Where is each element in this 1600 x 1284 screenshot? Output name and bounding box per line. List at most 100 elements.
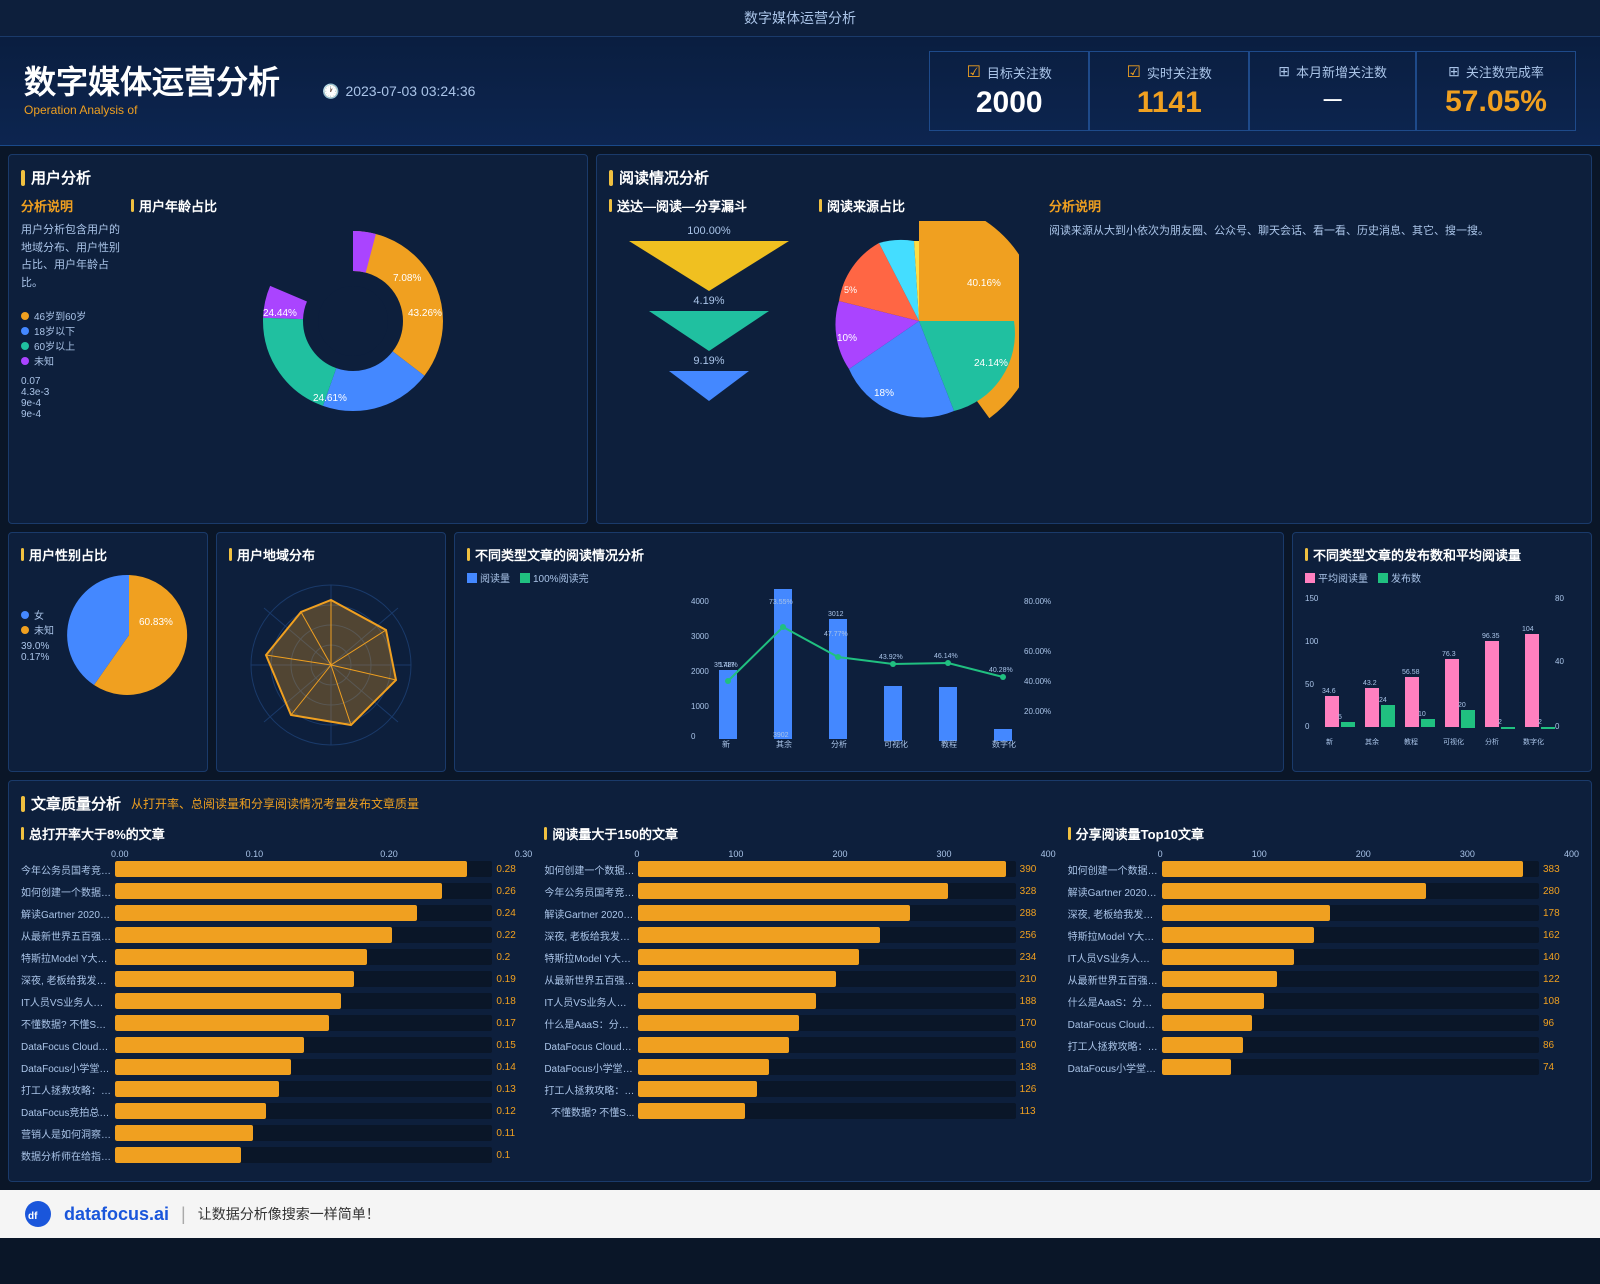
- article-publish-title: 不同类型文章的发布数和平均阅读量: [1305, 545, 1579, 564]
- stat-new-follow: ⊞ 本月新增关注数 —: [1249, 51, 1416, 131]
- svg-text:43.92%: 43.92%: [879, 654, 903, 661]
- bar-value: 113: [1020, 1106, 1056, 1117]
- svg-text:df: df: [28, 1211, 38, 1222]
- footer: df datafocus.ai | 让数据分析像搜索一样简单！: [0, 1190, 1600, 1238]
- gender-legend: 女 未知 39.0% 0.17%: [21, 607, 54, 663]
- bar-label: 什么是AaaS：分析即...: [1068, 994, 1158, 1009]
- bar-track: [115, 927, 492, 943]
- bar-track: [638, 927, 1015, 943]
- bar-value: 188: [1020, 996, 1056, 1007]
- svg-text:新: 新: [1326, 737, 1333, 746]
- list-item: 深夜, 老板给我发了... 256: [544, 927, 1055, 943]
- main-title: 数字媒体运营分析: [24, 65, 280, 100]
- article-quality-panel: 文章质量分析 从打开率、总阅读量和分享阅读情况考量发布文章质量 总打开率大于8%…: [8, 780, 1592, 1182]
- svg-text:分析: 分析: [1485, 737, 1499, 746]
- list-item: 不懂数据? 不懂S... 113: [544, 1103, 1055, 1119]
- bar-fill: [1162, 927, 1315, 943]
- bar-track: [1162, 971, 1539, 987]
- bar-value: 256: [1020, 930, 1056, 941]
- list-item: 从最新世界五百强企... 0.22: [21, 927, 532, 943]
- svg-text:可视化: 可视化: [1443, 737, 1464, 746]
- bar-track: [1162, 927, 1539, 943]
- list-item: 如何创建一个数据驱... 0.26: [21, 883, 532, 899]
- bar-track: [115, 1103, 492, 1119]
- bar-value: 140: [1543, 952, 1579, 963]
- bar-label: 数据分析师在给指挥...: [21, 1148, 111, 1163]
- bar-fill: [1162, 861, 1523, 877]
- bar-visual-read: [884, 686, 902, 741]
- bar-fill: [115, 905, 417, 921]
- bar-label: 如何创建一个数据驱...: [21, 884, 111, 899]
- bar-value: 383: [1543, 864, 1579, 875]
- datetime: 🕐 2023-07-03 03:24:36: [322, 83, 475, 100]
- bar-fill: [638, 883, 947, 899]
- age-small-values: 0.074.3e-39e-49e-4: [21, 376, 121, 420]
- bar-track: [1162, 993, 1539, 1009]
- source-note-text: 阅读来源从大到小依次为朋友圈、公众号、聊天会话、看一看、历史消息、其它、搜一搜。: [1049, 222, 1579, 241]
- clock-icon: 🕐: [322, 83, 339, 100]
- age-legend: 46岁到60岁 18岁以下 60岁以上 未知: [21, 308, 121, 368]
- bar-track: [115, 1015, 492, 1031]
- stat-completion-value: 57.05%: [1445, 85, 1547, 119]
- bar-value: 328: [1020, 886, 1056, 897]
- header-stats: ☑ 目标关注数 2000 ☑ 实时关注数 1141 ⊞ 本月新增关注数 — ⊞ …: [929, 51, 1576, 131]
- bar-value: 0.1: [496, 1150, 532, 1161]
- bar-track: [638, 1037, 1015, 1053]
- bar-label: 特斯拉Model Y大降价...: [1068, 928, 1158, 943]
- list-item: DataFocus小学堂 |... 138: [544, 1059, 1055, 1075]
- list-item: DataFocus竞拍总模压... 0.12: [21, 1103, 532, 1119]
- svg-text:60.00%: 60.00%: [1024, 647, 1051, 656]
- svg-text:24.61%: 24.61%: [313, 393, 347, 404]
- note-text: 用户分析包含用户的地域分布、用户性别占比、用户年龄占比。: [21, 222, 121, 292]
- bar-label: 什么是AaaS：分析即...: [544, 1016, 634, 1031]
- read-count-bars: 如何创建一个数据驱... 390 今年公务员国考竞争... 328 解读Gart…: [544, 861, 1055, 1119]
- bar-fill: [115, 927, 392, 943]
- bar-value: 0.19: [496, 974, 532, 985]
- bar-value: 126: [1020, 1084, 1056, 1095]
- quality-title: 文章质量分析: [21, 793, 121, 814]
- bar-track: [115, 1147, 492, 1163]
- bar-label: 不懂数据? 不懂SQL...: [21, 1016, 111, 1031]
- svg-text:3902: 3902: [773, 732, 789, 739]
- list-item: 从最新世界五百强企... 210: [544, 971, 1055, 987]
- radar-chart: [231, 570, 431, 755]
- quality-charts-row: 总打开率大于8%的文章 0.000.100.200.30 今年公务员国考竞争..…: [21, 824, 1579, 1169]
- stat-realtime-label: ☑ 实时关注数: [1118, 62, 1220, 82]
- bar-value: 0.18: [496, 996, 532, 1007]
- svg-text:43.2: 43.2: [1363, 680, 1377, 687]
- source-note: 分析说明 阅读来源从大到小依次为朋友圈、公众号、聊天会话、看一看、历史消息、其它…: [1049, 196, 1579, 510]
- bar-value: 0.13: [496, 1084, 532, 1095]
- bar-label: 深夜, 老板给我发了...: [1068, 906, 1158, 921]
- bar-track: [638, 883, 1015, 899]
- region-panel: 用户地域分布: [216, 532, 446, 772]
- bar-label: 打工人拯救攻略：年...: [1068, 1038, 1158, 1053]
- bar-value: 74: [1543, 1062, 1579, 1073]
- bar-label: 解读Gartner 2020数...: [21, 906, 111, 921]
- source-note-title: 分析说明: [1049, 196, 1579, 218]
- top-bar-title: 数字媒体运营分析: [744, 10, 856, 26]
- svg-text:34.6: 34.6: [1322, 688, 1336, 695]
- bar-value: 170: [1020, 1018, 1056, 1029]
- bar-fill: [1162, 949, 1294, 965]
- svg-text:2000: 2000: [691, 667, 709, 676]
- funnel-area: 送达—阅读—分享漏斗 100.00% 4.19% 9.19%: [609, 196, 809, 510]
- quality-header: 文章质量分析 从打开率、总阅读量和分享阅读情况考量发布文章质量: [21, 793, 1579, 814]
- stat-target-label: ☑ 目标关注数: [958, 62, 1060, 82]
- svg-text:50: 50: [1305, 680, 1314, 689]
- bar-other-read: [774, 589, 792, 739]
- bar-track: [115, 1037, 492, 1053]
- bar-fill: [638, 971, 836, 987]
- list-item: 深夜, 老板给我发了... 178: [1068, 905, 1579, 921]
- region-title: 用户地域分布: [229, 545, 433, 564]
- svg-text:其余: 其余: [776, 739, 792, 749]
- bar-fill: [115, 883, 442, 899]
- funnel-label-3: 9.19%: [693, 355, 724, 367]
- bar-label: 深夜, 老板给我发了...: [544, 928, 634, 943]
- bar-label: 今年公务员国考竞争...: [21, 862, 111, 877]
- age-chart-area: 用户年龄占比 7.08% 43.26% 24.44%: [131, 196, 575, 421]
- list-item: DataFocus Cloud今日... 96: [1068, 1015, 1579, 1031]
- bar-label: DataFocus Cloud今日...: [544, 1038, 634, 1053]
- bar-value: 288: [1020, 908, 1056, 919]
- bar-fill: [638, 861, 1006, 877]
- list-item: 今年公务员国考竞争... 328: [544, 883, 1055, 899]
